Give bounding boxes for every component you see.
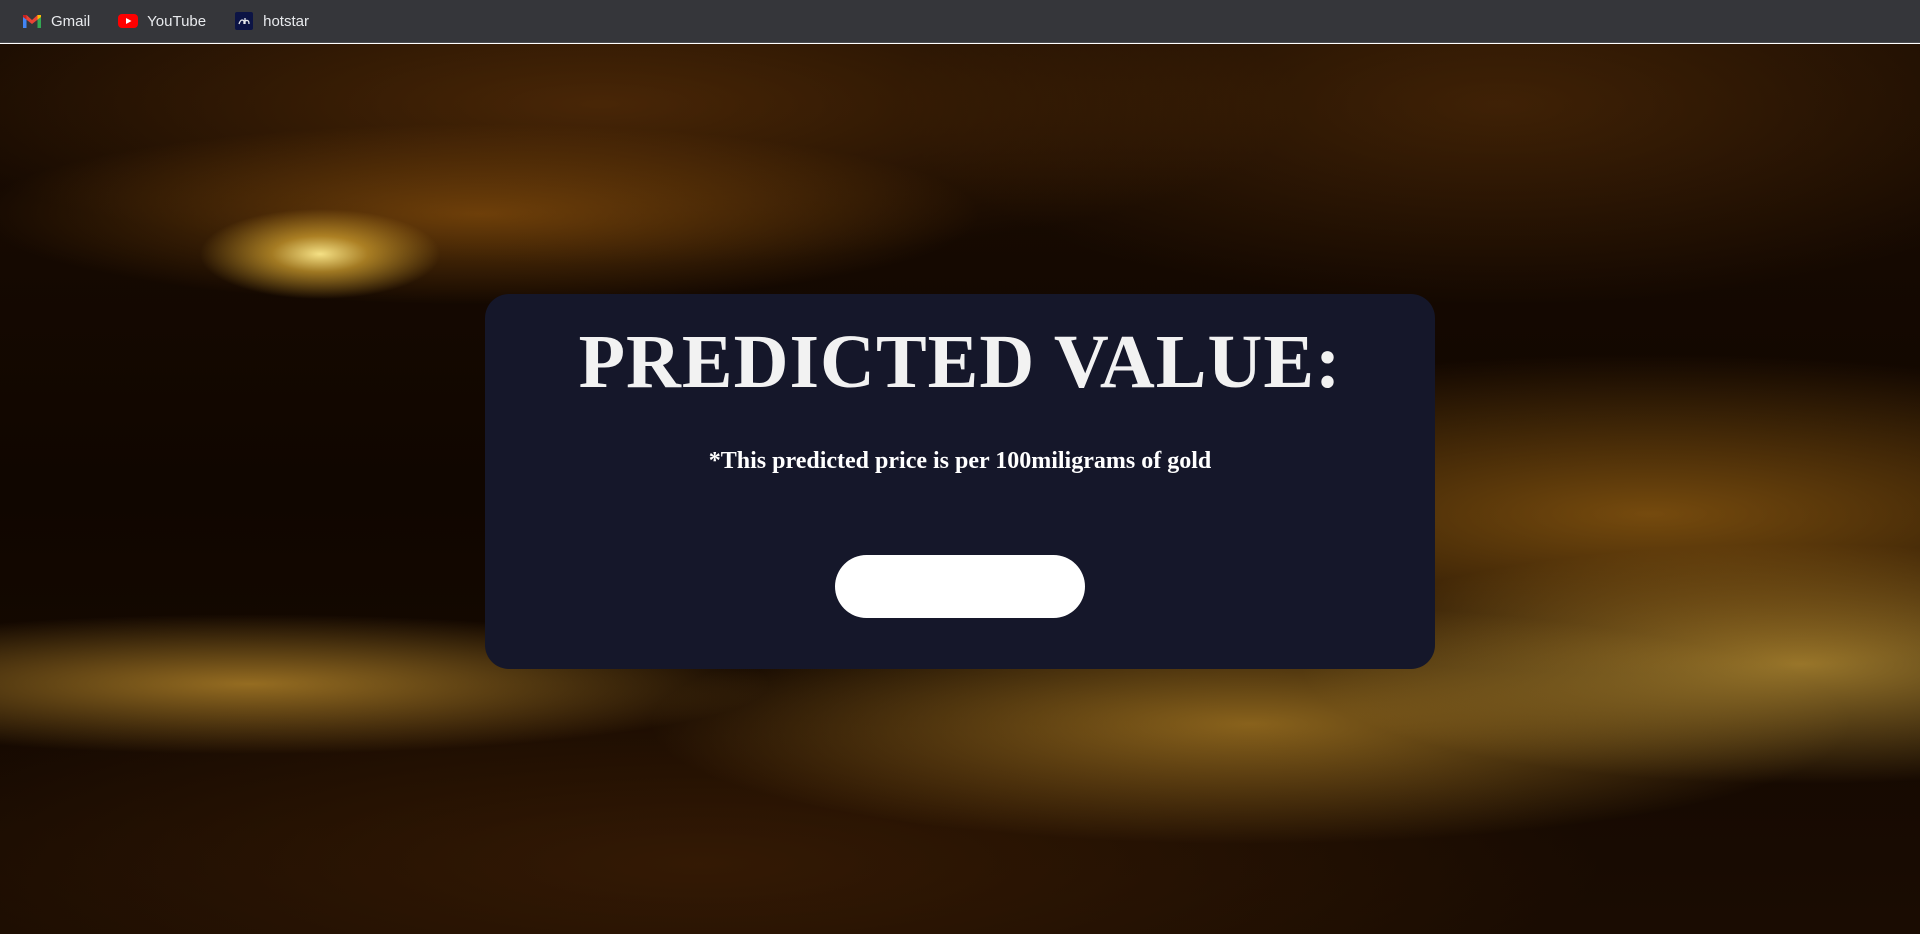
gold-background: PREDICTED VALUE: *This predicted price i… [0,44,1920,934]
predicted-value-display [835,555,1085,618]
gmail-icon [22,11,42,31]
price-note: *This predicted price is per 100miligram… [708,448,1212,474]
youtube-icon [118,11,139,31]
bookmarks-bar: Gmail YouTube hotstar [0,0,1920,43]
bookmark-label: Gmail [51,12,91,30]
bookmark-youtube[interactable]: YouTube [114,7,210,35]
prediction-card: PREDICTED VALUE: *This predicted price i… [485,294,1435,669]
bookmark-hotstar[interactable]: hotstar [230,7,313,35]
page-title: PREDICTED VALUE: [578,320,1342,404]
bookmark-label: hotstar [263,12,309,30]
bookmark-gmail[interactable]: Gmail [18,7,94,35]
hotstar-icon [234,11,254,31]
bookmark-label: YouTube [147,12,207,30]
